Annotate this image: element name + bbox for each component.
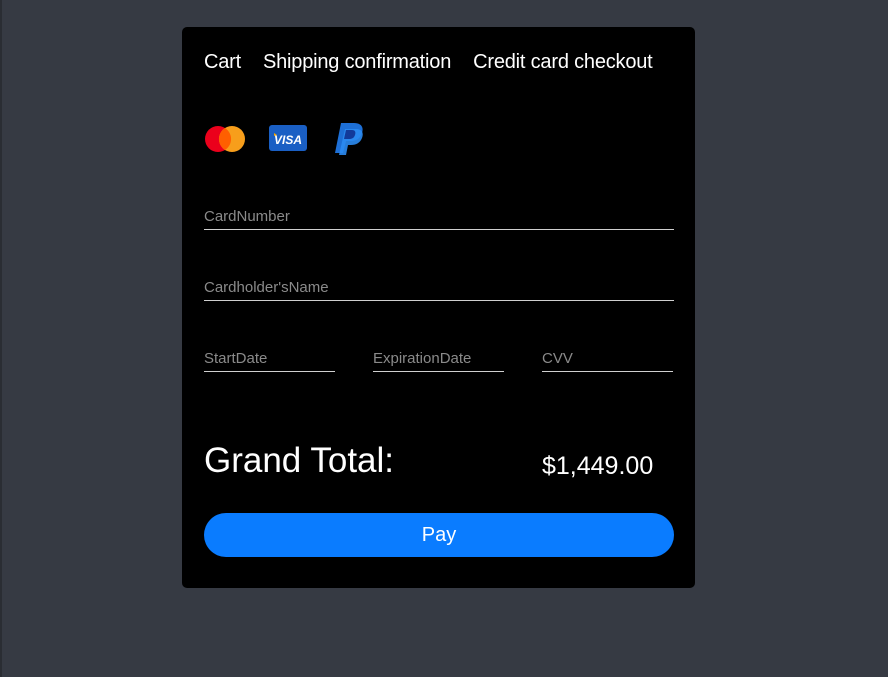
visa-icon[interactable]: VISA <box>268 123 308 153</box>
paypal-icon[interactable] <box>332 121 368 157</box>
start-date-input[interactable] <box>204 347 335 372</box>
checkout-card: Cart Shipping confirmation Credit card c… <box>182 27 695 588</box>
mastercard-icon[interactable] <box>204 125 246 153</box>
cvv-input[interactable] <box>542 347 673 372</box>
grand-total-label: Grand Total: <box>204 441 395 480</box>
grand-total-value: $1,449.00 <box>542 452 654 480</box>
tab-credit-card-checkout[interactable]: Credit card checkout <box>473 51 653 74</box>
tab-shipping-confirmation[interactable]: Shipping confirmation <box>263 51 451 74</box>
tab-cart[interactable]: Cart <box>204 51 241 74</box>
svg-text:VISA: VISA <box>274 133 302 147</box>
checkout-tabs: Cart Shipping confirmation Credit card c… <box>204 51 653 74</box>
card-number-input[interactable] <box>204 205 674 230</box>
cardholder-name-input[interactable] <box>204 276 674 301</box>
expiration-date-input[interactable] <box>373 347 504 372</box>
pay-button[interactable]: Pay <box>204 513 674 557</box>
